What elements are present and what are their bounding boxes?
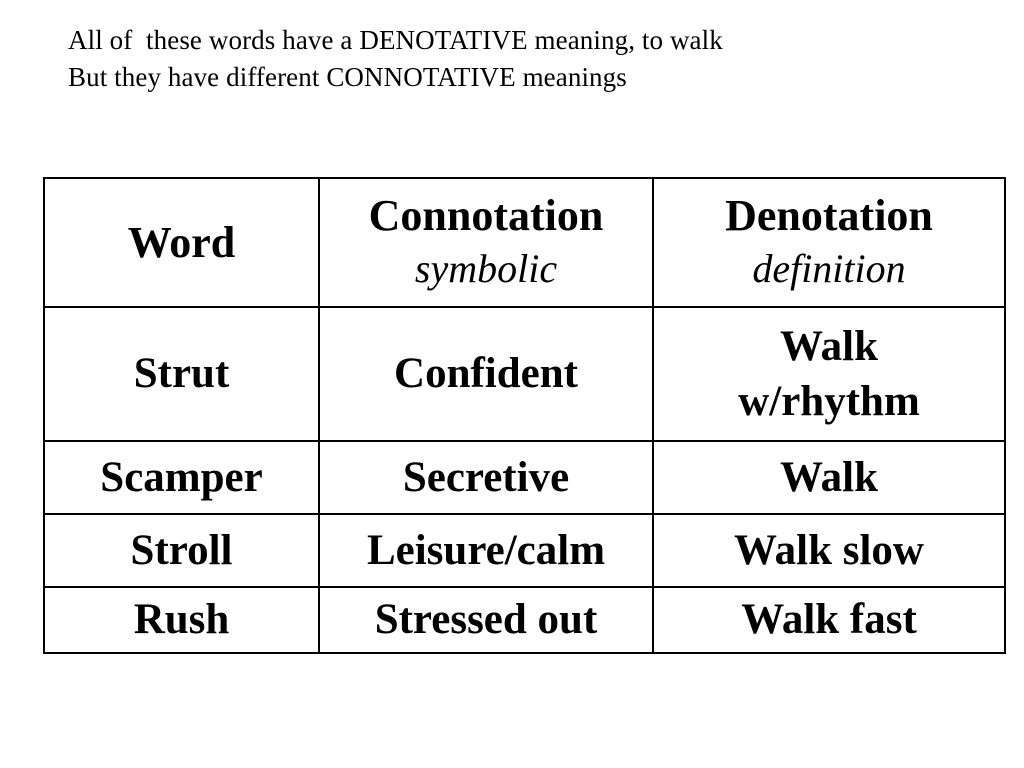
header-subtitle-symbolic: symbolic (414, 245, 558, 291)
header-title-word: Word (127, 217, 236, 267)
cell-word-strut: Strut (43, 306, 320, 442)
header-cell-word: Word (43, 177, 320, 308)
cell-connotation-leisure-calm: Leisure/calm (318, 513, 654, 588)
cell-denotation-walk-fast: Walk fast (652, 586, 1006, 654)
slide-canvas: All of these words have a DENOTATIVE mea… (0, 0, 1024, 768)
cell-word-scamper: Scamper (43, 440, 320, 515)
table-row: Strut Confident Walk w/rhythm (43, 306, 1006, 442)
header-cell-connotation: Connotation symbolic (318, 177, 654, 308)
cell-denotation-walk-rhythm: Walk w/rhythm (652, 306, 1006, 442)
header-title-connotation: Connotation (368, 190, 604, 240)
heading-line-1: All of these words have a DENOTATIVE mea… (68, 25, 723, 55)
table-row: Scamper Secretive Walk (43, 440, 1006, 515)
table-row: Rush Stressed out Walk fast (43, 586, 1006, 654)
table-header-row: Word Connotation symbolic Denotation def… (43, 177, 1006, 308)
cell-connotation-stressed-out: Stressed out (318, 586, 654, 654)
slide-heading: All of these words have a DENOTATIVE mea… (68, 22, 968, 96)
denotation-line-1: Walk (780, 323, 878, 370)
connotation-table-wrapper: Word Connotation symbolic Denotation def… (43, 177, 1006, 654)
cell-connotation-secretive: Secretive (318, 440, 654, 515)
cell-denotation-walk-slow: Walk slow (652, 513, 1006, 588)
heading-line-2: But they have different CONNOTATIVE mean… (68, 62, 627, 92)
connotation-denotation-table: Word Connotation symbolic Denotation def… (43, 177, 1006, 654)
cell-word-rush: Rush (43, 586, 320, 654)
table-row: Stroll Leisure/calm Walk slow (43, 513, 1006, 588)
cell-denotation-walk: Walk (652, 440, 1006, 515)
header-title-denotation: Denotation (725, 190, 933, 240)
header-cell-denotation: Denotation definition (652, 177, 1006, 308)
cell-connotation-confident: Confident (318, 306, 654, 442)
denotation-line-2: w/rhythm (738, 378, 920, 425)
header-subtitle-definition: definition (752, 245, 906, 291)
cell-word-stroll: Stroll (43, 513, 320, 588)
